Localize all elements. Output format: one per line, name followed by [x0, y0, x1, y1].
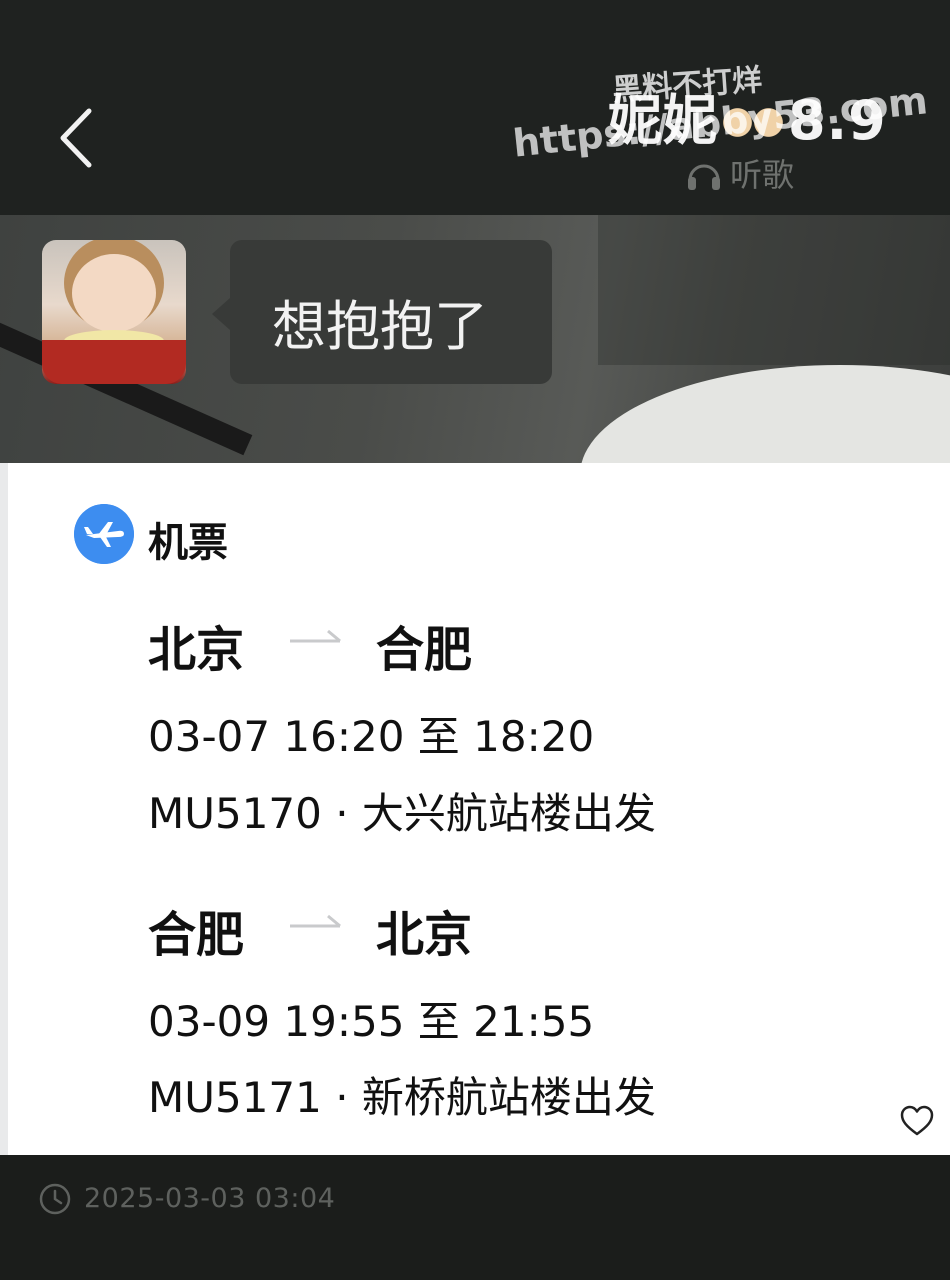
back-arrow-icon[interactable]	[55, 105, 105, 171]
flight-2-times: 03-09 19:55 至 21:55	[148, 997, 595, 1046]
timestamp: 2025-03-03 03:04	[84, 1183, 336, 1214]
flight-1-number-terminal: MU5170 · 大兴航站楼出发	[148, 789, 656, 838]
heart-icon[interactable]	[900, 1105, 934, 1137]
airplane-icon	[74, 504, 134, 564]
route-arrow-icon	[290, 629, 341, 643]
flight-2-destination: 北京	[376, 907, 473, 963]
flight-1-origin: 北京	[148, 622, 245, 678]
listen-button[interactable]: 听歌	[686, 150, 794, 196]
flight-2-number-terminal: MU5171 · 新桥航站楼出发	[148, 1073, 656, 1122]
headphone-icon	[688, 164, 720, 190]
message-bubble[interactable]: 想抱抱了	[212, 240, 552, 384]
flight-1-times: 03-07 16:20 至 18:20	[148, 712, 595, 761]
route-arrow-icon	[290, 914, 341, 928]
flight-1-destination: 合肥	[376, 622, 473, 678]
flight-2-origin: 合肥	[148, 907, 245, 963]
ticket-label: 机票	[148, 520, 228, 566]
clock-icon	[39, 1183, 71, 1215]
message-text: 想抱抱了	[272, 295, 488, 358]
listen-label: 听歌	[730, 156, 795, 194]
avatar[interactable]	[42, 240, 186, 384]
footer-bar	[0, 1155, 950, 1280]
